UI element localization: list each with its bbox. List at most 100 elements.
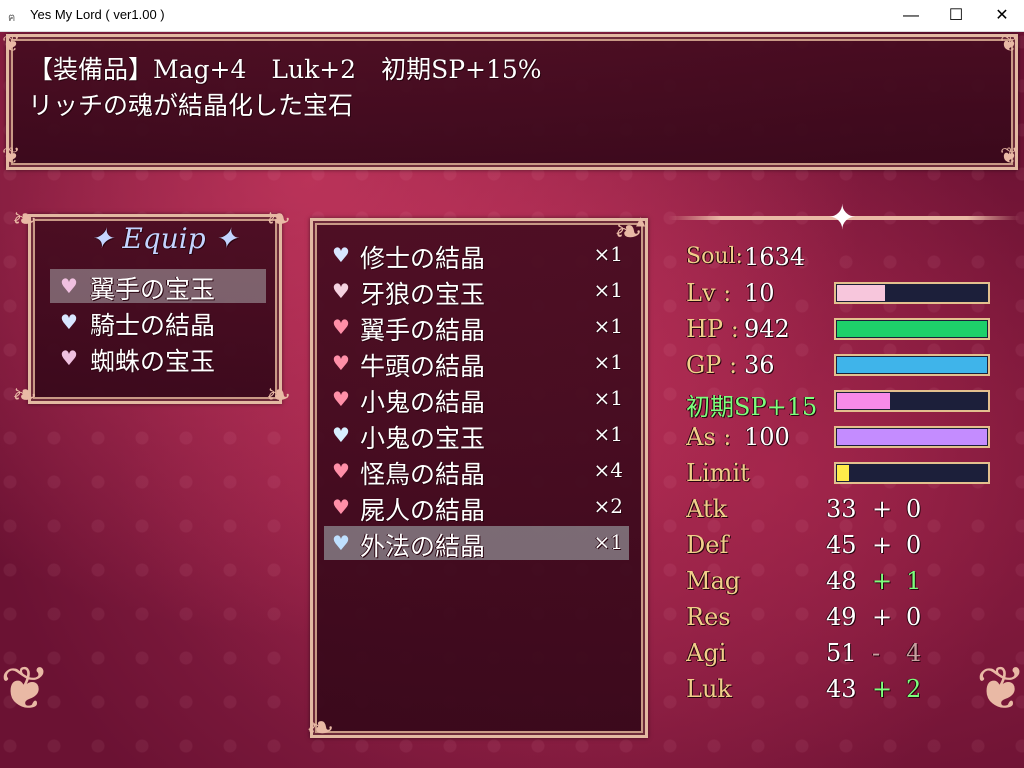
- soul-label: Soul:: [686, 244, 743, 269]
- item-count: ×1: [593, 278, 623, 302]
- item-name: 小鬼の宝玉: [360, 424, 486, 453]
- corner-ornament-icon: ❦: [1000, 144, 1019, 169]
- gem-icon: ♥: [332, 495, 350, 519]
- item-row[interactable]: ♥ 怪鳥の結晶 ×4: [324, 454, 629, 489]
- as-value: 100: [744, 423, 790, 451]
- item-name: 牛頭の結晶: [360, 352, 486, 381]
- gp-value: 36: [744, 351, 775, 379]
- scrollbar-arrow-icon[interactable]: ▲: [636, 214, 645, 228]
- item-name: 修士の結晶: [360, 244, 486, 273]
- item-row[interactable]: ♥ 小鬼の結晶 ×1: [324, 382, 629, 417]
- lv-label: Lv :: [686, 279, 731, 307]
- param-label: Luk: [686, 675, 732, 703]
- item-count: ×1: [593, 386, 623, 410]
- hp-sep: :: [730, 315, 739, 343]
- close-button[interactable]: ✕: [979, 0, 1024, 31]
- lv-sep: :: [723, 279, 732, 307]
- param-base: 43: [826, 675, 857, 703]
- gp-sep: :: [728, 351, 738, 379]
- corner-ornament-icon: ❧: [12, 378, 38, 413]
- corner-ornament-icon: ❧: [12, 202, 38, 237]
- item-row-selected[interactable]: ♥ 外法の結晶 ×1: [324, 526, 629, 561]
- soul-sep: :: [735, 244, 743, 269]
- corner-ornament-icon: ❧: [266, 202, 292, 237]
- param-base: 48: [826, 567, 857, 595]
- hp-value: 942: [744, 315, 790, 343]
- equip-slot-label: 騎士の結晶: [90, 311, 216, 340]
- param-sign: +: [872, 675, 893, 703]
- hp-label-text: HP: [686, 315, 724, 343]
- item-count: ×1: [593, 422, 623, 446]
- gem-icon: ♥: [332, 459, 350, 483]
- initial-sp-gauge: [834, 390, 990, 412]
- item-name: 怪鳥の結晶: [360, 460, 486, 489]
- corner-ornament-icon: ❦: [2, 32, 21, 57]
- initial-sp-gauge-fill: [837, 393, 890, 409]
- gp-gauge-fill: [837, 357, 987, 373]
- limit-label: Limit: [686, 459, 750, 487]
- app-icon: ฅ: [8, 12, 16, 24]
- corner-ornament-icon: ❧: [266, 378, 292, 413]
- status-header-ornament: ✦: [668, 198, 1020, 238]
- gem-icon: ♥: [332, 243, 350, 267]
- equip-slot-1[interactable]: ♥ 翼手の宝玉: [50, 269, 266, 304]
- param-base: 33: [826, 495, 857, 523]
- param-mod: 0: [906, 603, 922, 631]
- equip-slot-label: 蜘蛛の宝玉: [90, 347, 216, 376]
- param-mod: 4: [906, 639, 922, 667]
- corner-ornament-icon: ❦: [2, 144, 21, 169]
- gem-icon: ♥: [332, 387, 350, 411]
- param-mod: 2: [906, 675, 922, 703]
- corner-ornament-icon: ❦: [976, 654, 1024, 724]
- item-row[interactable]: ♥ 屍人の結晶 ×2: [324, 490, 629, 525]
- as-label: As :: [686, 423, 731, 451]
- item-name: 屍人の結晶: [360, 496, 486, 525]
- initial-sp-label: 初期SP+15: [686, 393, 818, 421]
- gem-icon: ♥: [60, 310, 78, 334]
- param-base: 45: [826, 531, 857, 559]
- gem-icon: ♥: [332, 279, 350, 303]
- soul-value: 1634: [744, 243, 806, 271]
- equip-slot-2[interactable]: ♥ 騎士の結晶: [50, 305, 266, 340]
- sparkle-icon: ✦: [828, 198, 857, 238]
- param-mod: 0: [906, 531, 922, 559]
- item-count: ×2: [593, 494, 623, 518]
- param-base: 49: [826, 603, 857, 631]
- lv-value: 10: [744, 279, 775, 307]
- as-label-text: As: [686, 423, 716, 451]
- param-label: Def: [686, 531, 729, 559]
- param-sign: +: [872, 603, 893, 631]
- item-row[interactable]: ♥ 牛頭の結晶 ×1: [324, 346, 629, 381]
- item-row[interactable]: ♥ 翼手の結晶 ×1: [324, 310, 629, 345]
- param-mod: 0: [906, 495, 922, 523]
- as-gauge-fill: [837, 429, 987, 445]
- item-name: 外法の結晶: [360, 532, 486, 561]
- param-sign: +: [872, 567, 893, 595]
- item-row[interactable]: ♥ 小鬼の宝玉 ×1: [324, 418, 629, 453]
- window-titlebar: ฅ Yes My Lord ( ver1.00 ) — ☐ ✕: [0, 0, 1024, 32]
- equip-slot-3[interactable]: ♥ 蜘蛛の宝玉: [50, 341, 266, 376]
- gp-label: GP :: [686, 351, 737, 379]
- soul-label-text: Soul: [686, 244, 736, 269]
- param-label: Atk: [686, 495, 728, 523]
- lv-gauge-fill: [837, 285, 885, 301]
- item-count: ×1: [593, 242, 623, 266]
- gem-icon: ♥: [332, 351, 350, 375]
- item-row[interactable]: ♥ 修士の結晶 ×1: [324, 238, 629, 273]
- as-gauge: [834, 426, 990, 448]
- maximize-button[interactable]: ☐: [933, 0, 979, 31]
- item-count: ×1: [593, 314, 623, 338]
- gp-label-text: GP: [686, 351, 722, 379]
- limit-gauge-fill: [837, 465, 849, 481]
- gem-icon: ♥: [332, 531, 350, 555]
- param-sign: +: [872, 531, 893, 559]
- item-row[interactable]: ♥ 牙狼の宝玉 ×1: [324, 274, 629, 309]
- item-name: 翼手の結晶: [360, 316, 486, 345]
- param-sign: -: [872, 639, 881, 667]
- window-title: Yes My Lord ( ver1.00 ): [30, 7, 165, 22]
- minimize-button[interactable]: —: [888, 0, 934, 31]
- param-sign: +: [872, 495, 893, 523]
- item-name: 小鬼の結晶: [360, 388, 486, 417]
- item-name: 牙狼の宝玉: [360, 280, 486, 309]
- gp-gauge: [834, 354, 990, 376]
